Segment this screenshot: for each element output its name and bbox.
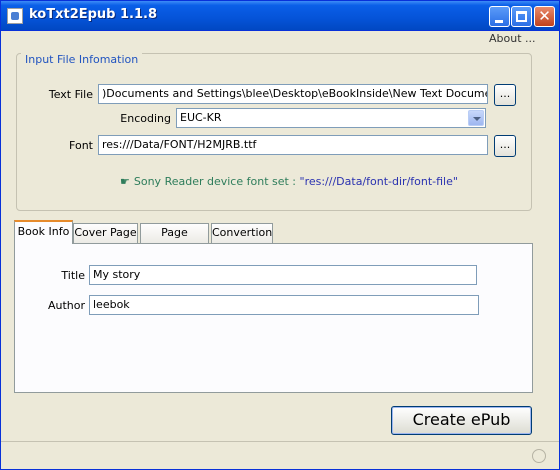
font-label: Font [69,139,93,152]
tab-convertion[interactable]: Convertion [211,223,273,243]
text-file-browse-button[interactable]: ... [494,84,516,106]
minimize-button[interactable] [489,6,510,27]
tab-page-layout[interactable]: Page Layout [140,223,209,257]
font-hint-label: Sony Reader device font set : [133,175,300,188]
font-hint: ☛ Sony Reader device font set : "res:///D… [120,175,458,188]
font-browse-button[interactable]: ... [494,135,516,157]
title-input-value: My story [93,268,141,281]
app-icon [7,8,23,24]
close-button[interactable]: ✕ [534,6,555,27]
close-icon: ✕ [538,7,551,25]
text-file-label: Text File [48,88,93,101]
resize-grip-icon[interactable] [532,449,546,463]
window-title: koTxt2Epub 1.1.8 [29,7,158,22]
font-input[interactable]: res:///Data/FONT/H2MJRB.ttf [98,135,488,155]
title-label: Title [61,269,85,282]
text-file-input[interactable]: )Documents and Settings\blee\Desktop\eBo… [98,84,488,104]
encoding-selected-value: EUC-KR [180,111,222,124]
maximize-icon [516,11,527,22]
tab-book-info[interactable]: Book Info [14,220,73,244]
tab-cover-page[interactable]: Cover Page [73,223,138,243]
chevron-down-icon[interactable] [468,110,484,126]
status-bar [1,441,559,469]
font-hint-value: "res:///Data/font-dir/font-file" [299,175,458,188]
input-file-legend: Input File Infomation [21,53,143,66]
encoding-label: Encoding [120,112,171,125]
create-epub-button[interactable]: Create ePub [391,406,532,435]
author-label: Author [47,299,85,312]
pointing-hand-icon: ☛ [120,175,130,188]
about-menu[interactable]: About ... [489,32,536,45]
encoding-select[interactable]: EUC-KR [176,108,486,128]
title-bar[interactable]: koTxt2Epub 1.1.8 ✕ [1,1,559,31]
maximize-button[interactable] [511,6,532,27]
author-input[interactable]: leebok [89,295,479,315]
app-window: koTxt2Epub 1.1.8 ✕ About ... Input File … [0,0,560,470]
minimize-icon [495,20,503,23]
title-input[interactable]: My story [89,265,477,285]
